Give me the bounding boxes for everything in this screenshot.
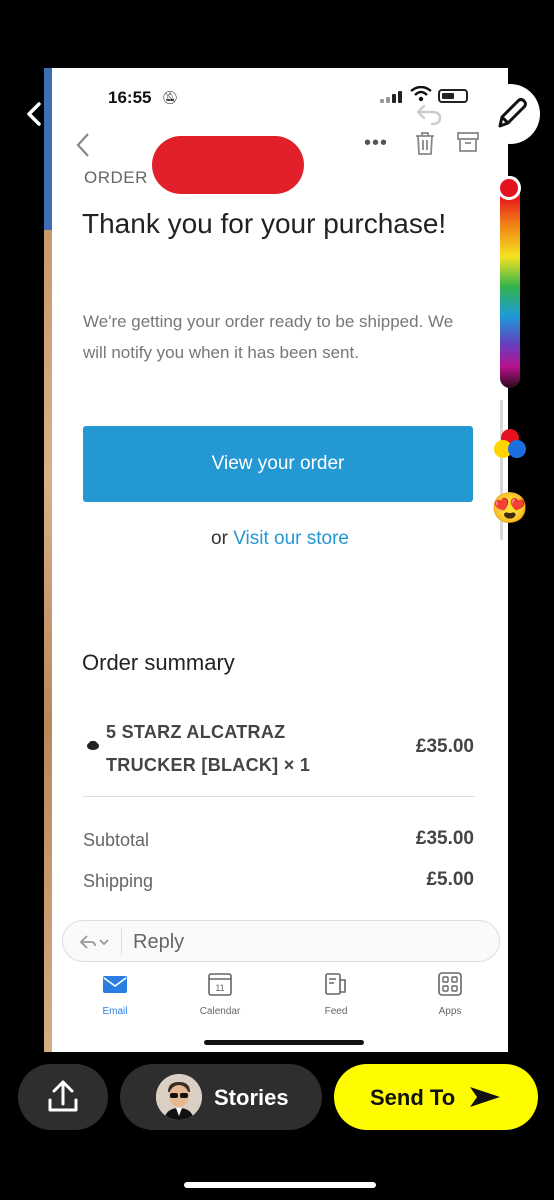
photo-canvas: 16:55 🔕︎ ••• ORDER Thank you for your pu…: [44, 68, 508, 1052]
product-thumbnail: [87, 741, 99, 750]
emoji-brush-icon[interactable]: 😍: [491, 490, 529, 528]
send-arrow-icon: [470, 1087, 500, 1107]
home-indicator: [204, 1040, 364, 1045]
tab-calendar[interactable]: 11 Calendar: [180, 970, 260, 1017]
color-slider-handle[interactable]: [497, 176, 521, 200]
trash-icon[interactable]: [414, 130, 436, 156]
tab-feed[interactable]: Feed: [296, 970, 376, 1017]
back-chevron-icon[interactable]: [72, 130, 94, 160]
undo-icon[interactable]: [414, 100, 444, 126]
status-time: 16:55: [108, 88, 152, 107]
reply-arrow-icon[interactable]: [77, 931, 111, 953]
stories-label: Stories: [214, 1085, 289, 1110]
more-options-icon[interactable]: •••: [364, 132, 388, 155]
send-to-button[interactable]: Send To: [334, 1064, 538, 1130]
email-title: Thank you for your purchase!: [82, 208, 447, 239]
bell-muted-icon: 🔕︎: [162, 90, 179, 105]
tab-label: Apps: [438, 1006, 462, 1017]
or-text: or: [211, 528, 228, 549]
apps-grid-icon: [438, 972, 462, 996]
photo-edge: [44, 68, 52, 230]
pencil-icon: [498, 98, 527, 128]
color-slider[interactable]: [500, 176, 520, 388]
tab-label: Calendar: [199, 1006, 241, 1017]
tab-label: Email: [102, 1006, 128, 1017]
item-price: £35.00: [415, 736, 474, 757]
envelope-icon: [103, 976, 127, 993]
photo-edge: [44, 230, 52, 1052]
email-screen: 16:55 🔕︎ ••• ORDER Thank you for your pu…: [52, 68, 508, 1052]
visit-store-link[interactable]: Visit our store: [233, 528, 349, 549]
store-line: or Visit our store: [52, 528, 508, 550]
share-button[interactable]: [18, 1064, 108, 1130]
item-name: 5 STARZ ALCATRAZ TRUCKER [BLACK] × 1: [106, 722, 311, 775]
stories-button[interactable]: Stories: [120, 1064, 322, 1130]
share-upload-icon: [48, 1080, 78, 1112]
subtotal-value: £35.00: [415, 828, 474, 849]
divider: [121, 929, 122, 955]
send-to-label: Send To: [370, 1085, 456, 1110]
redaction-mark: [152, 136, 304, 194]
tab-email[interactable]: Email: [75, 970, 155, 1017]
shipping-value: £5.00: [426, 869, 474, 890]
reply-label: Reply: [133, 931, 185, 953]
pencil-tool-button[interactable]: [480, 84, 540, 144]
snap-bottom-bar: Stories Send To: [0, 1052, 554, 1200]
order-label: ORDER: [84, 168, 148, 187]
view-order-button[interactable]: View your order: [83, 426, 473, 502]
shipping-label: Shipping: [83, 871, 154, 891]
calendar-icon: 11: [208, 973, 232, 996]
divider: [83, 796, 475, 797]
tab-apps[interactable]: Apps: [410, 970, 490, 1017]
snap-back-icon[interactable]: [22, 98, 46, 130]
order-summary-title: Order summary: [82, 650, 235, 675]
signal-icon: [380, 91, 402, 103]
email-subtitle: We're getting your order ready to be shi…: [83, 312, 454, 362]
svg-text:11: 11: [215, 983, 224, 993]
home-indicator: [184, 1182, 376, 1188]
subtotal-label: Subtotal: [83, 830, 150, 850]
bitmoji-icon: [156, 1074, 202, 1120]
avatar: [156, 1074, 202, 1120]
archive-icon[interactable]: [456, 130, 480, 154]
feed-icon: [325, 973, 346, 995]
tab-label: Feed: [324, 1006, 348, 1017]
color-palette-icon[interactable]: [491, 426, 529, 464]
reply-bar[interactable]: Reply: [62, 920, 500, 962]
